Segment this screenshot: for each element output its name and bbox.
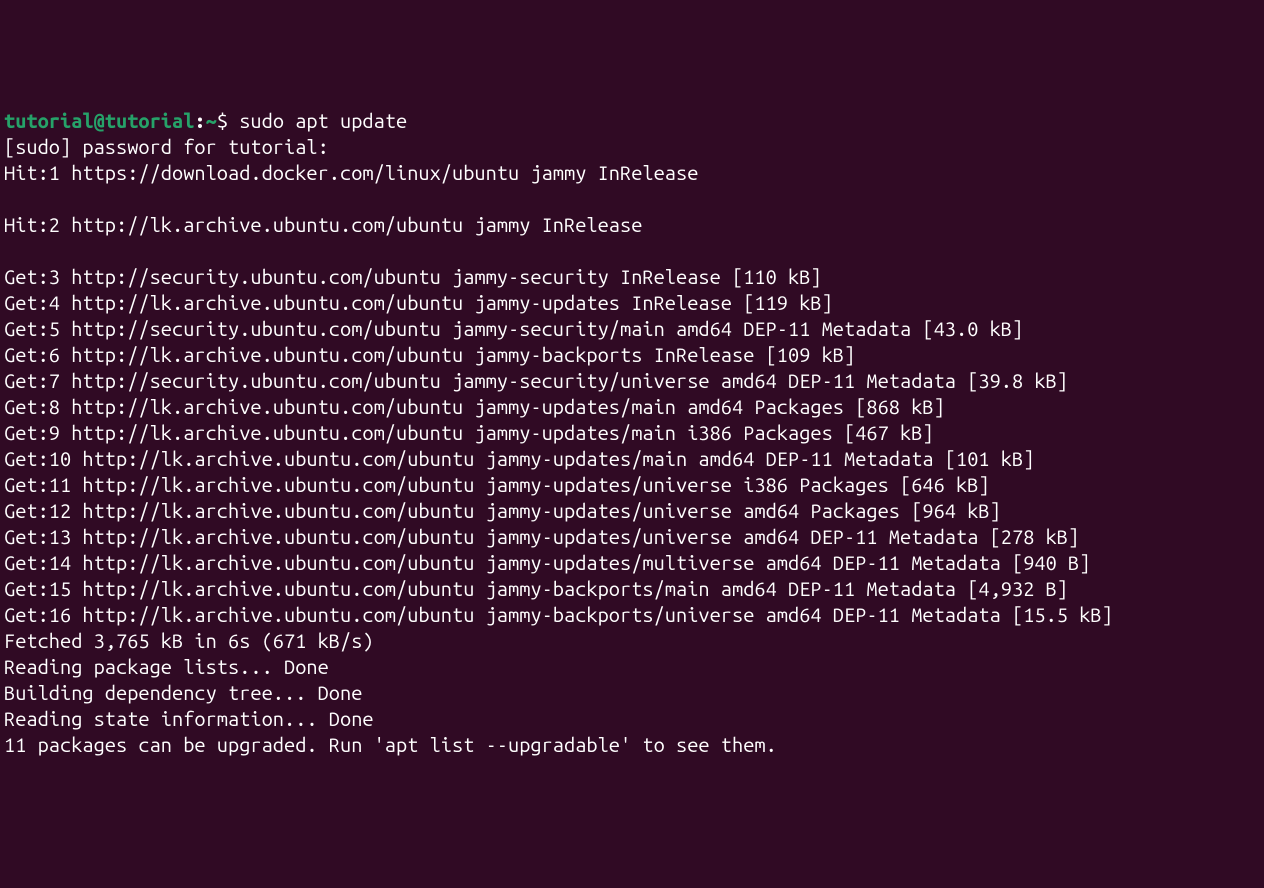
command-text: sudo apt update bbox=[239, 109, 407, 132]
terminal-line: Reading state information... Done bbox=[4, 707, 374, 730]
terminal-line: Hit:2 http://lk.archive.ubuntu.com/ubunt… bbox=[4, 213, 642, 236]
terminal-line: Get:14 http://lk.archive.ubuntu.com/ubun… bbox=[4, 551, 1090, 574]
terminal-line: Get:3 http://security.ubuntu.com/ubuntu … bbox=[4, 265, 822, 288]
terminal-line: Get:16 http://lk.archive.ubuntu.com/ubun… bbox=[4, 603, 1113, 626]
terminal-line: Reading package lists... Done bbox=[4, 655, 329, 678]
terminal-line: Get:4 http://lk.archive.ubuntu.com/ubunt… bbox=[4, 291, 833, 314]
terminal-output[interactable]: tutorial@tutorial:~$ sudo apt update [su… bbox=[4, 108, 1260, 758]
terminal-line: Get:10 http://lk.archive.ubuntu.com/ubun… bbox=[4, 447, 1034, 470]
terminal-line: Get:13 http://lk.archive.ubuntu.com/ubun… bbox=[4, 525, 1079, 548]
terminal-line: Get:7 http://security.ubuntu.com/ubuntu … bbox=[4, 369, 1068, 392]
terminal-line: Hit:1 https://download.docker.com/linux/… bbox=[4, 161, 698, 184]
prompt-path: ~ bbox=[206, 109, 217, 132]
terminal-line: [sudo] password for tutorial: bbox=[4, 135, 329, 158]
command-input bbox=[228, 109, 239, 132]
prompt-separator: : bbox=[194, 109, 205, 132]
terminal-line: Get:5 http://security.ubuntu.com/ubuntu … bbox=[4, 317, 1023, 340]
terminal-line: Fetched 3,765 kB in 6s (671 kB/s) bbox=[4, 629, 374, 652]
terminal-line: Building dependency tree... Done bbox=[4, 681, 362, 704]
terminal-line: Get:9 http://lk.archive.ubuntu.com/ubunt… bbox=[4, 421, 934, 444]
terminal-line: 11 packages can be upgraded. Run 'apt li… bbox=[4, 733, 777, 756]
terminal-line: Get:12 http://lk.archive.ubuntu.com/ubun… bbox=[4, 499, 1001, 522]
prompt-dollar: $ bbox=[217, 109, 228, 132]
terminal-line: Get:6 http://lk.archive.ubuntu.com/ubunt… bbox=[4, 343, 855, 366]
terminal-line: Get:8 http://lk.archive.ubuntu.com/ubunt… bbox=[4, 395, 945, 418]
terminal-line: Get:15 http://lk.archive.ubuntu.com/ubun… bbox=[4, 577, 1068, 600]
terminal-line: Get:11 http://lk.archive.ubuntu.com/ubun… bbox=[4, 473, 990, 496]
prompt-user-host: tutorial@tutorial bbox=[4, 109, 194, 132]
